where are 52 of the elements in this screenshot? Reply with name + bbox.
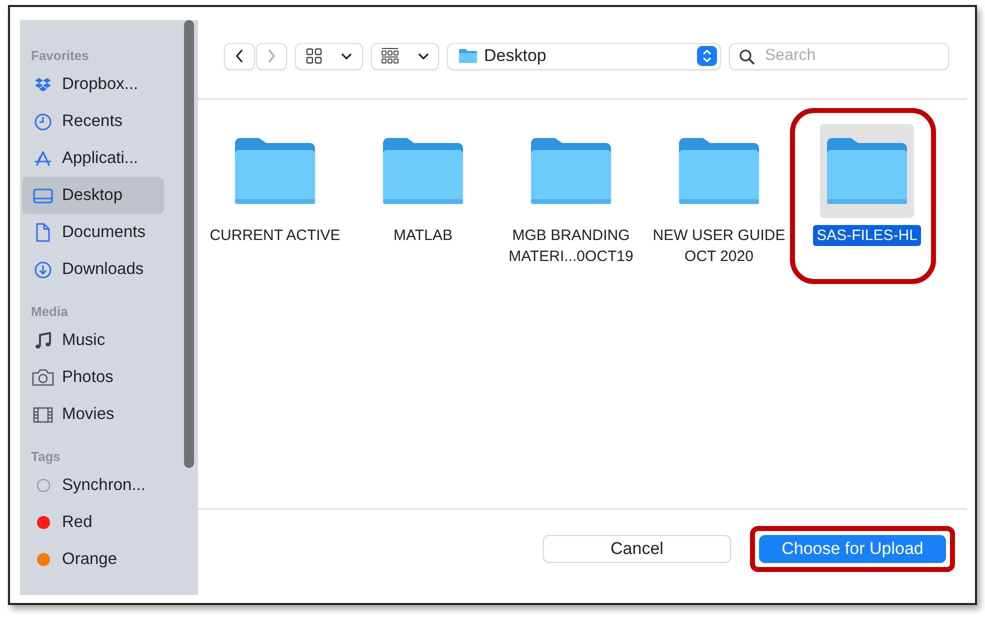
chevron-right-icon xyxy=(267,49,276,63)
sidebar-item[interactable]: Synchron... xyxy=(22,467,164,504)
sidebar-item[interactable]: Documents xyxy=(22,214,164,251)
folder-name: SAS-FILES-HL xyxy=(812,225,922,246)
location-dropdown[interactable]: Desktop xyxy=(447,42,721,70)
clock-icon xyxy=(34,112,52,130)
sidebar-item[interactable]: Red xyxy=(22,504,164,541)
sidebar-item[interactable]: Desktop xyxy=(22,177,164,214)
chevron-down-icon xyxy=(418,52,429,60)
sidebar-item[interactable]: Music xyxy=(22,322,164,359)
download-icon xyxy=(34,260,52,278)
section-header: Favorites xyxy=(30,47,90,65)
sidebar-item[interactable]: Movies xyxy=(22,396,164,433)
sidebar-item[interactable]: Downloads xyxy=(22,251,164,288)
scrollbar[interactable] xyxy=(184,20,194,468)
folder-icon xyxy=(383,137,463,205)
folder-icon xyxy=(827,137,907,205)
section-header: Media xyxy=(30,303,69,321)
document-icon xyxy=(35,223,51,242)
dropbox-icon xyxy=(34,76,52,92)
folder-tile[interactable] xyxy=(820,124,914,218)
upload-button[interactable]: Choose for Upload xyxy=(759,534,946,562)
app-store-icon xyxy=(34,150,52,168)
folder-icon xyxy=(235,137,315,205)
chevron-left-icon xyxy=(235,49,244,63)
sidebar-item[interactable]: Applicati... xyxy=(22,140,164,177)
folder-name: MGB BRANDING MATERI...0OCT19 xyxy=(508,226,634,267)
music-note-icon xyxy=(34,332,52,350)
folder-icon xyxy=(679,137,759,205)
section-header: Tags xyxy=(30,448,62,466)
group-grid-icon xyxy=(381,47,400,65)
back-button[interactable] xyxy=(224,42,255,70)
camera-icon xyxy=(32,369,54,386)
view-mode-button[interactable] xyxy=(295,42,363,70)
sidebar-item[interactable]: Orange xyxy=(22,541,164,578)
folder-icon xyxy=(531,137,611,205)
folder-name: MATLAB xyxy=(392,226,454,246)
desktop-icon xyxy=(33,188,53,204)
folder-name: CURRENT ACTIVE xyxy=(208,226,342,246)
folder-icon xyxy=(458,48,478,64)
chevron-down-icon xyxy=(341,52,352,60)
cancel-button[interactable]: Cancel xyxy=(543,534,731,562)
group-button[interactable] xyxy=(371,42,439,70)
sidebar-item[interactable]: Recents xyxy=(22,103,164,140)
sidebar-item[interactable]: Photos xyxy=(22,359,164,396)
sidebar-item[interactable]: Dropbox... xyxy=(22,66,164,103)
grid-icon xyxy=(306,48,322,64)
film-icon xyxy=(33,406,53,422)
search-field[interactable]: Search xyxy=(729,42,949,70)
stepper-icon xyxy=(697,46,717,66)
folder-name: NEW USER GUIDE OCT 2020 xyxy=(652,226,786,267)
search-icon xyxy=(739,48,755,64)
